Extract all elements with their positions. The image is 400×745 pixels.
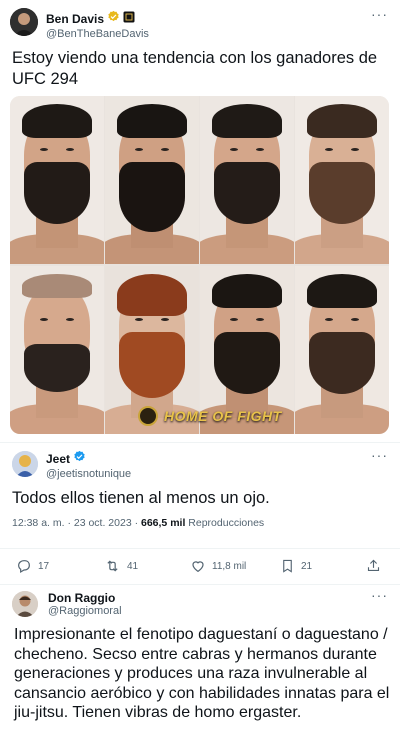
- retweet-count: 41: [127, 560, 139, 572]
- bookmark-icon: [283, 559, 292, 573]
- avatar-don-raggio[interactable]: [12, 591, 38, 617]
- home-of-fight-logo-icon: [138, 406, 158, 426]
- tweet-text: Todos ellos tienen al menos un ojo.: [12, 489, 270, 507]
- tweet-meta: 12:38 a. m. · 23 oct. 2023 · 666,5 mil R…: [12, 517, 264, 529]
- fighter-portrait: [200, 96, 294, 264]
- more-icon[interactable]: ···: [371, 447, 388, 463]
- tweet-text: Estoy viendo una tendencia con los ganad…: [12, 49, 378, 88]
- retweet-icon: [107, 560, 118, 572]
- views-count: 666,5 mil: [141, 517, 186, 529]
- fighter-portrait: [10, 96, 104, 264]
- tweet-timestamp[interactable]: 12:38 a. m. · 23 oct. 2023 ·: [12, 517, 138, 529]
- retweet-button[interactable]: 41: [104, 558, 138, 574]
- watermark-text: HOME OF FIGHT: [164, 408, 282, 424]
- reply-count: 17: [38, 560, 50, 572]
- bookmark-count: 21: [301, 560, 313, 572]
- fighter-portrait: [105, 96, 199, 264]
- more-icon[interactable]: ···: [371, 6, 388, 22]
- author-handle[interactable]: @Raggiomoral: [48, 605, 122, 617]
- image-watermark: HOME OF FIGHT: [138, 406, 282, 426]
- author-name[interactable]: Don Raggio: [48, 591, 122, 605]
- author-block: Jeet @jeetisnotunique: [46, 450, 131, 480]
- fighter-portrait: [295, 96, 389, 264]
- reply-icon: [18, 560, 30, 574]
- fighter-portrait: [10, 266, 104, 434]
- verified-badge-icon: [107, 10, 120, 28]
- share-icon: [367, 559, 380, 571]
- author-handle[interactable]: @jeetisnotunique: [46, 468, 131, 480]
- tweet-ben-davis: Ben Davis @BenTheBaneDavis ··· Estoy vie…: [0, 0, 400, 442]
- author-block: Ben Davis @BenTheBaneDavis: [46, 10, 149, 40]
- reply-button[interactable]: 17: [16, 558, 49, 574]
- verified-badge-icon: [73, 450, 86, 468]
- like-button[interactable]: 11,8 mil: [190, 558, 246, 574]
- tweet-don-raggio: Don Raggio @Raggiomoral ··· Impresionant…: [0, 584, 400, 745]
- views-label: Reproducciones: [188, 517, 265, 529]
- avatar-ben-davis[interactable]: [10, 8, 38, 36]
- gold-badge-icon: [123, 10, 135, 28]
- more-icon[interactable]: ···: [371, 587, 388, 603]
- bookmark-button[interactable]: 21: [280, 558, 312, 574]
- avatar-jeet[interactable]: [12, 451, 38, 477]
- author-block: Don Raggio @Raggiomoral: [48, 591, 122, 617]
- share-button[interactable]: [366, 558, 381, 574]
- action-bar: 17 41 11,8 mil 21: [0, 548, 400, 582]
- author-handle[interactable]: @BenTheBaneDavis: [46, 28, 149, 40]
- fighter-portrait: [295, 266, 389, 434]
- fighters-image-grid[interactable]: [10, 96, 389, 434]
- author-name[interactable]: Ben Davis: [46, 12, 104, 26]
- like-count: 11,8 mil: [212, 560, 247, 572]
- author-name[interactable]: Jeet: [46, 452, 70, 466]
- like-icon: [192, 561, 204, 573]
- tweet-jeet: Jeet @jeetisnotunique ··· Todos ellos ti…: [0, 442, 400, 584]
- tweet-text: Impresionante el fenotipo daguestaní o d…: [14, 626, 390, 721]
